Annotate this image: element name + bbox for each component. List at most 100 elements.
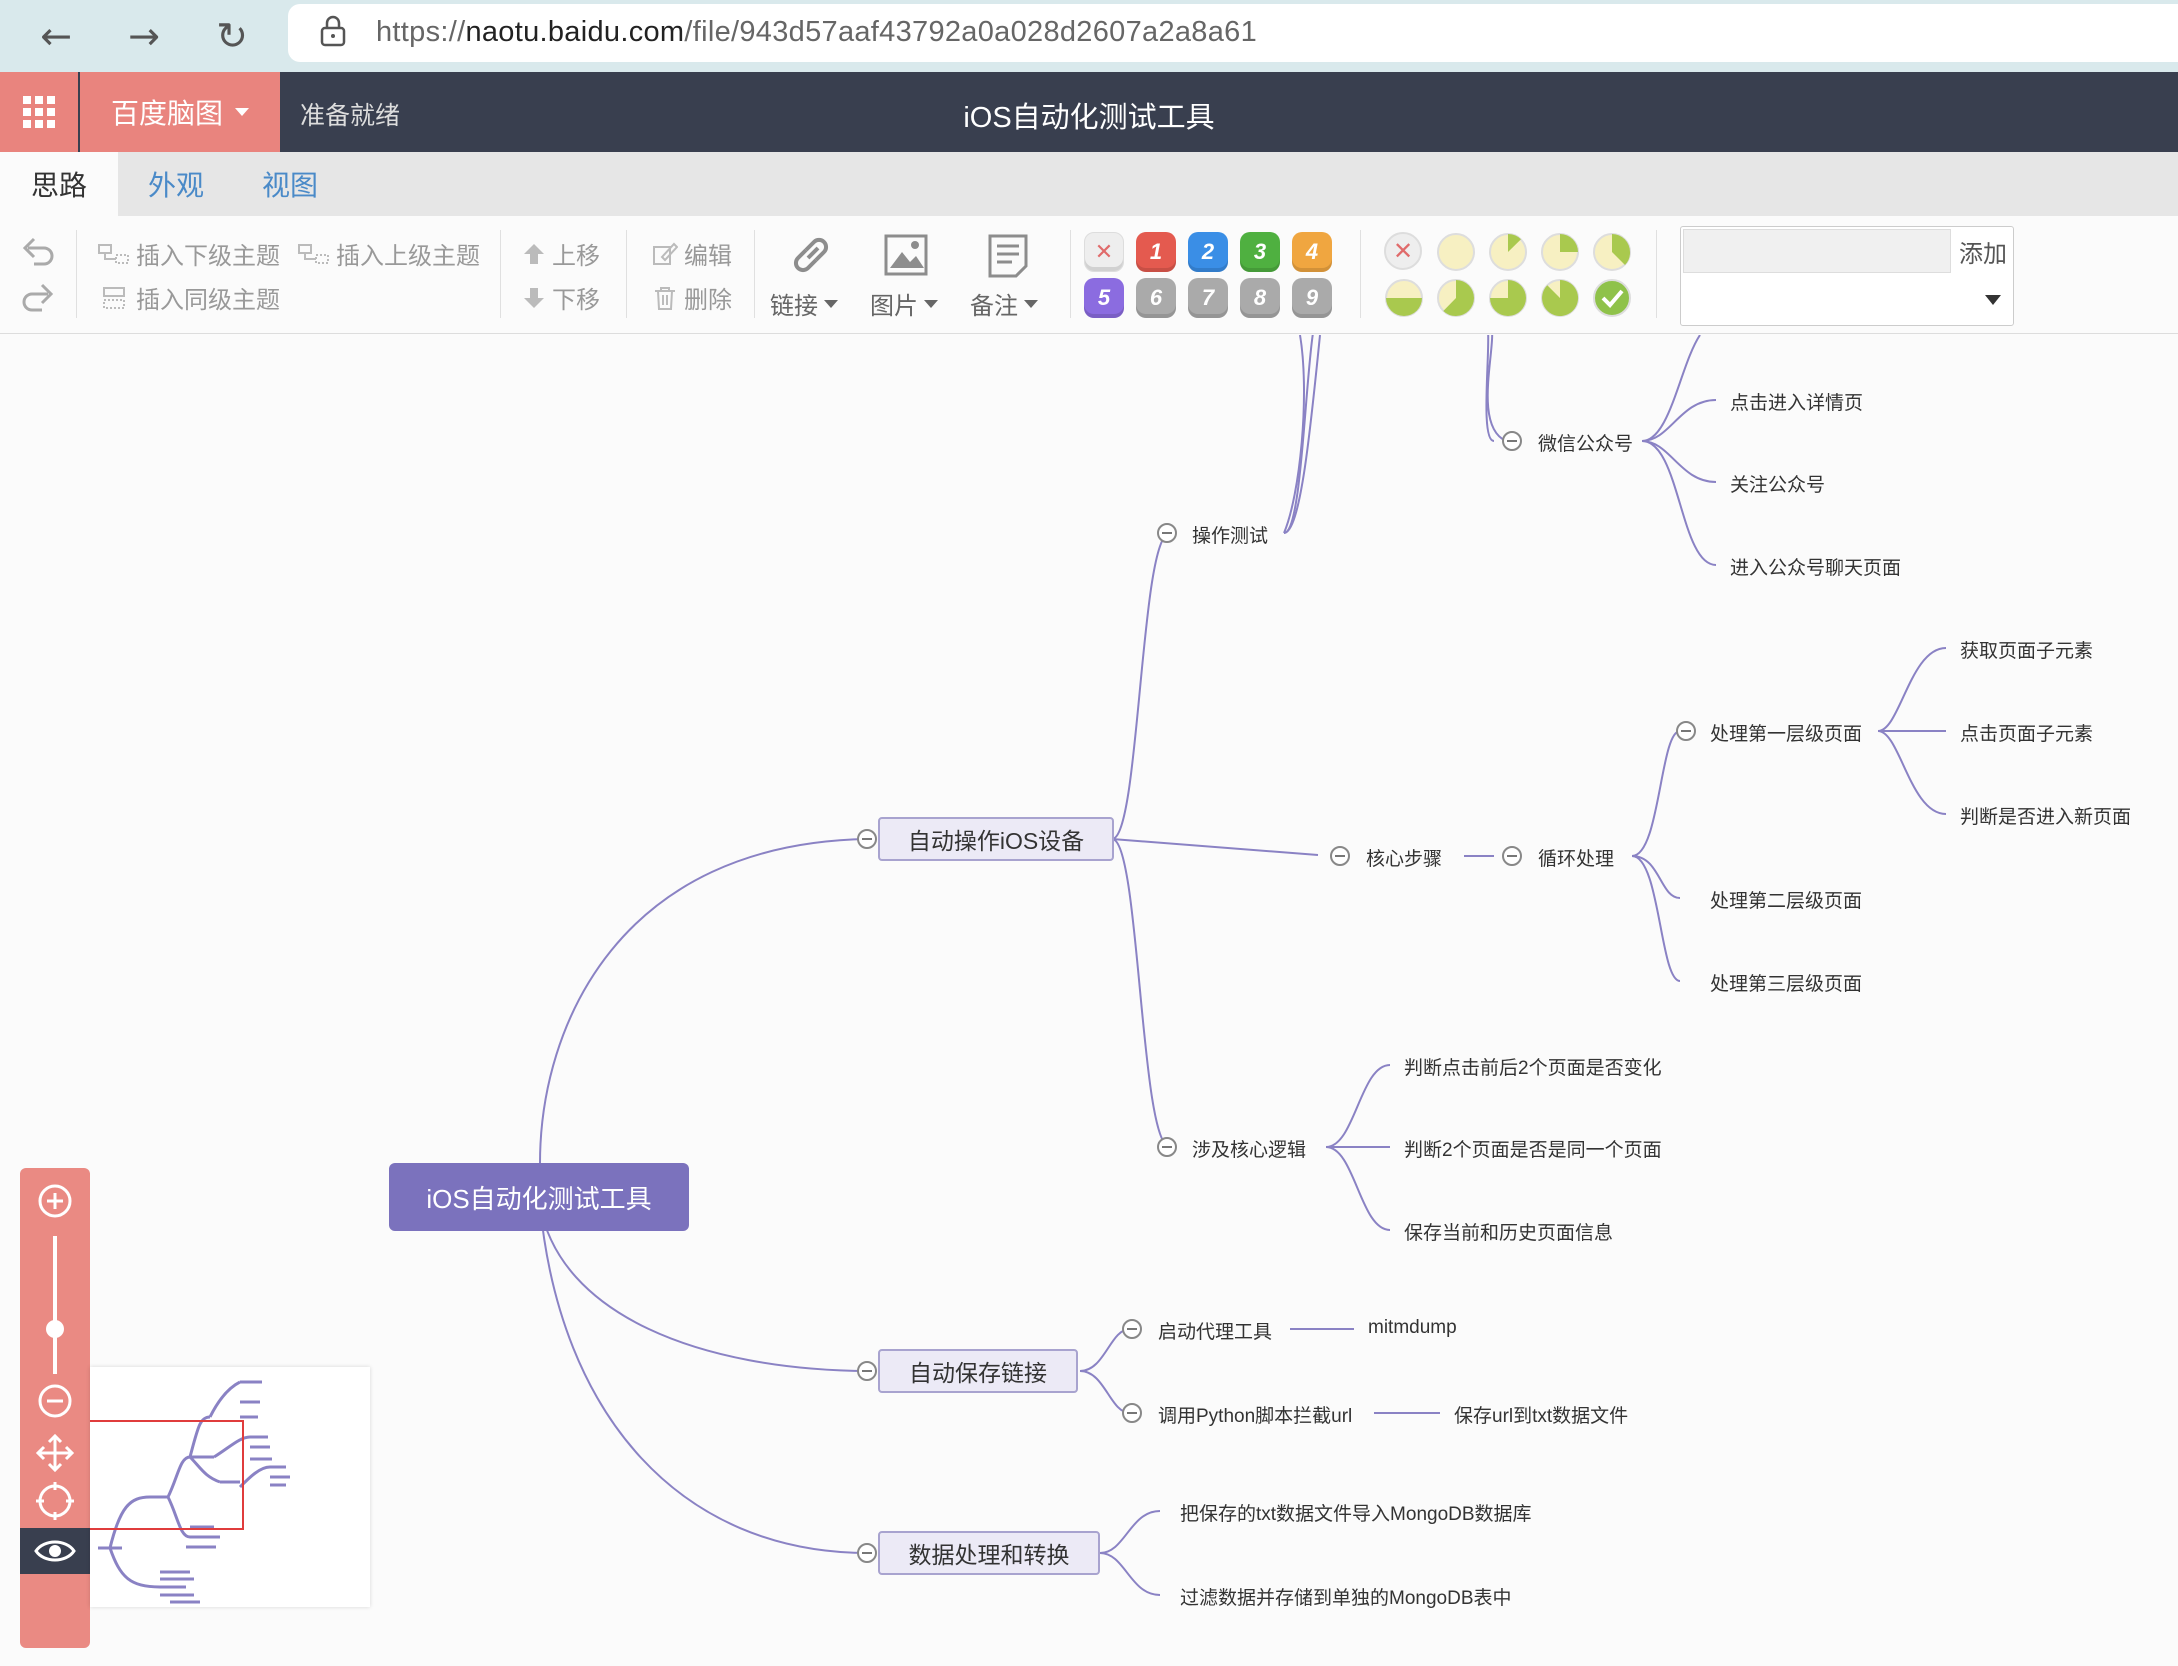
zoom-out-icon[interactable] [34, 1380, 76, 1422]
locate-icon[interactable] [34, 1480, 76, 1522]
topic-auto-save[interactable]: 自动保存链接 [878, 1349, 1078, 1393]
link-button[interactable]: 链接 [766, 232, 856, 322]
minimap[interactable] [86, 1367, 370, 1607]
topic-level-2[interactable]: 处理第二层级页面 [1710, 886, 1862, 913]
undo-icon[interactable] [20, 234, 56, 266]
resource-input[interactable] [1683, 229, 1951, 273]
progress-4-icon[interactable] [1384, 278, 1424, 318]
topic-mitmdump[interactable]: mitmdump [1368, 1317, 1457, 1339]
topic-core-steps[interactable]: 核心步骤 [1366, 844, 1442, 871]
collapse-toggle[interactable] [1502, 431, 1522, 451]
topic-import-mongo[interactable]: 把保存的txt数据文件导入MongoDB数据库 [1180, 1499, 1532, 1526]
resource-add-button[interactable]: 添加 [1955, 229, 2011, 273]
collapse-toggle[interactable] [1122, 1403, 1142, 1423]
caret-down-icon [824, 299, 838, 308]
zoom-slider[interactable] [46, 1236, 64, 1374]
progress-3-icon[interactable] [1592, 232, 1632, 272]
progress-7-icon[interactable] [1540, 278, 1580, 318]
priority-5-button[interactable]: 5 [1084, 278, 1124, 318]
topic-wechat-chat[interactable]: 进入公众号聊天页面 [1730, 553, 1901, 580]
topic-wechat-follow[interactable]: 关注公众号 [1730, 470, 1825, 497]
collapse-toggle[interactable] [857, 1361, 877, 1381]
root-topic[interactable]: iOS自动化测试工具 [389, 1163, 689, 1231]
topic-python[interactable]: 调用Python脚本拦截url [1158, 1401, 1352, 1428]
reload-icon[interactable]: ↻ [208, 12, 256, 60]
priority-9-button[interactable]: 9 [1292, 278, 1332, 318]
priority-7-button[interactable]: 7 [1188, 278, 1228, 318]
collapse-toggle[interactable] [857, 829, 877, 849]
priority-1-button[interactable]: 1 [1136, 232, 1176, 272]
progress-5-icon[interactable] [1436, 278, 1476, 318]
progress-done-icon[interactable] [1592, 278, 1632, 318]
forward-icon[interactable]: → [120, 12, 168, 60]
topic-data-process[interactable]: 数据处理和转换 [878, 1531, 1100, 1575]
url-text: https://naotu.baidu.com/file/943d57aaf43… [376, 16, 1258, 48]
topic-wechat-detail[interactable]: 点击进入详情页 [1730, 388, 1863, 415]
insert-parent-button[interactable]: 插入上级主题 [298, 236, 480, 271]
progress-1-icon[interactable] [1488, 232, 1528, 272]
redo-icon[interactable] [20, 280, 56, 312]
topic-new-page[interactable]: 判断是否进入新页面 [1960, 802, 2131, 829]
image-icon [884, 234, 928, 276]
move-up-button[interactable]: 上移 [522, 236, 600, 271]
topic-get-elements[interactable]: 获取页面子元素 [1960, 636, 2093, 663]
priority-8-button[interactable]: 8 [1240, 278, 1280, 318]
collapse-toggle[interactable] [1676, 721, 1696, 741]
navigator-toggle[interactable] [20, 1528, 90, 1574]
trash-icon [655, 286, 675, 310]
priority-6-button[interactable]: 6 [1136, 278, 1176, 318]
priority-2-button[interactable]: 2 [1188, 232, 1228, 272]
collapse-toggle[interactable] [857, 1543, 877, 1563]
progress-2-icon[interactable] [1540, 232, 1580, 272]
resource-select[interactable] [1683, 279, 2009, 323]
topic-level-3[interactable]: 处理第三层级页面 [1710, 969, 1862, 996]
priority-3-button[interactable]: 3 [1240, 232, 1280, 272]
topic-loop[interactable]: 循环处理 [1538, 844, 1614, 871]
topic-logic-same[interactable]: 判断2个页面是否是同一个页面 [1404, 1135, 1662, 1162]
ribbon-tabs: 思路 外观 视图 [0, 152, 2178, 216]
topic-operate-test[interactable]: 操作测试 [1192, 521, 1268, 548]
topic-filter-mongo[interactable]: 过滤数据并存储到单独的MongoDB表中 [1180, 1583, 1512, 1610]
topic-logic-save[interactable]: 保存当前和历史页面信息 [1404, 1218, 1613, 1245]
edit-icon [653, 242, 678, 265]
zoom-in-icon[interactable] [34, 1180, 76, 1222]
collapse-toggle[interactable] [1502, 846, 1522, 866]
toolbar: 插入下级主题 插入上级主题 插入同级主题 上移 下移 编辑 删除 链接 图片 备… [0, 216, 2178, 334]
edit-button[interactable]: 编辑 [652, 236, 732, 271]
topic-level-1[interactable]: 处理第一层级页面 [1710, 719, 1862, 746]
back-icon[interactable]: ← [32, 12, 80, 60]
address-bar[interactable]: https://naotu.baidu.com/file/943d57aaf43… [288, 4, 2178, 62]
move-icon[interactable] [34, 1432, 76, 1474]
tab-idea[interactable]: 思路 [0, 152, 118, 216]
move-down-button[interactable]: 下移 [522, 280, 600, 315]
progress-0-icon[interactable] [1436, 232, 1476, 272]
browser-toolbar: ← → ↻ https://naotu.baidu.com/file/943d5… [0, 0, 2178, 72]
note-icon [988, 234, 1028, 278]
topic-save-url[interactable]: 保存url到txt数据文件 [1454, 1401, 1628, 1428]
image-button[interactable]: 图片 [866, 232, 956, 322]
collapse-toggle[interactable] [1157, 1137, 1177, 1157]
collapse-toggle[interactable] [1330, 846, 1350, 866]
collapse-toggle[interactable] [1157, 523, 1177, 543]
insert-sibling-button[interactable]: 插入同级主题 [98, 280, 280, 315]
progress-6-icon[interactable] [1488, 278, 1528, 318]
zoom-slider-thumb[interactable] [46, 1320, 64, 1338]
delete-button[interactable]: 删除 [652, 280, 732, 315]
document-title[interactable]: iOS自动化测试工具 [0, 94, 2178, 136]
caret-down-icon [924, 299, 938, 308]
tab-appearance[interactable]: 外观 [118, 152, 234, 216]
tab-view[interactable]: 视图 [234, 152, 346, 216]
topic-click-elements[interactable]: 点击页面子元素 [1960, 719, 2093, 746]
note-button[interactable]: 备注 [966, 232, 1056, 322]
topic-core-logic[interactable]: 涉及核心逻辑 [1192, 1135, 1306, 1162]
topic-logic-change[interactable]: 判断点击前后2个页面是否变化 [1404, 1053, 1662, 1080]
priority-clear-icon[interactable]: ✕ [1084, 232, 1124, 272]
topic-proxy[interactable]: 启动代理工具 [1158, 1317, 1272, 1344]
insert-child-button[interactable]: 插入下级主题 [98, 236, 280, 271]
priority-4-button[interactable]: 4 [1292, 232, 1332, 272]
collapse-toggle[interactable] [1122, 1319, 1142, 1339]
topic-wechat[interactable]: 微信公众号 [1538, 429, 1633, 456]
lock-icon [320, 15, 346, 47]
progress-clear-icon[interactable]: ✕ [1384, 232, 1422, 270]
topic-auto-operate[interactable]: 自动操作iOS设备 [878, 817, 1114, 861]
